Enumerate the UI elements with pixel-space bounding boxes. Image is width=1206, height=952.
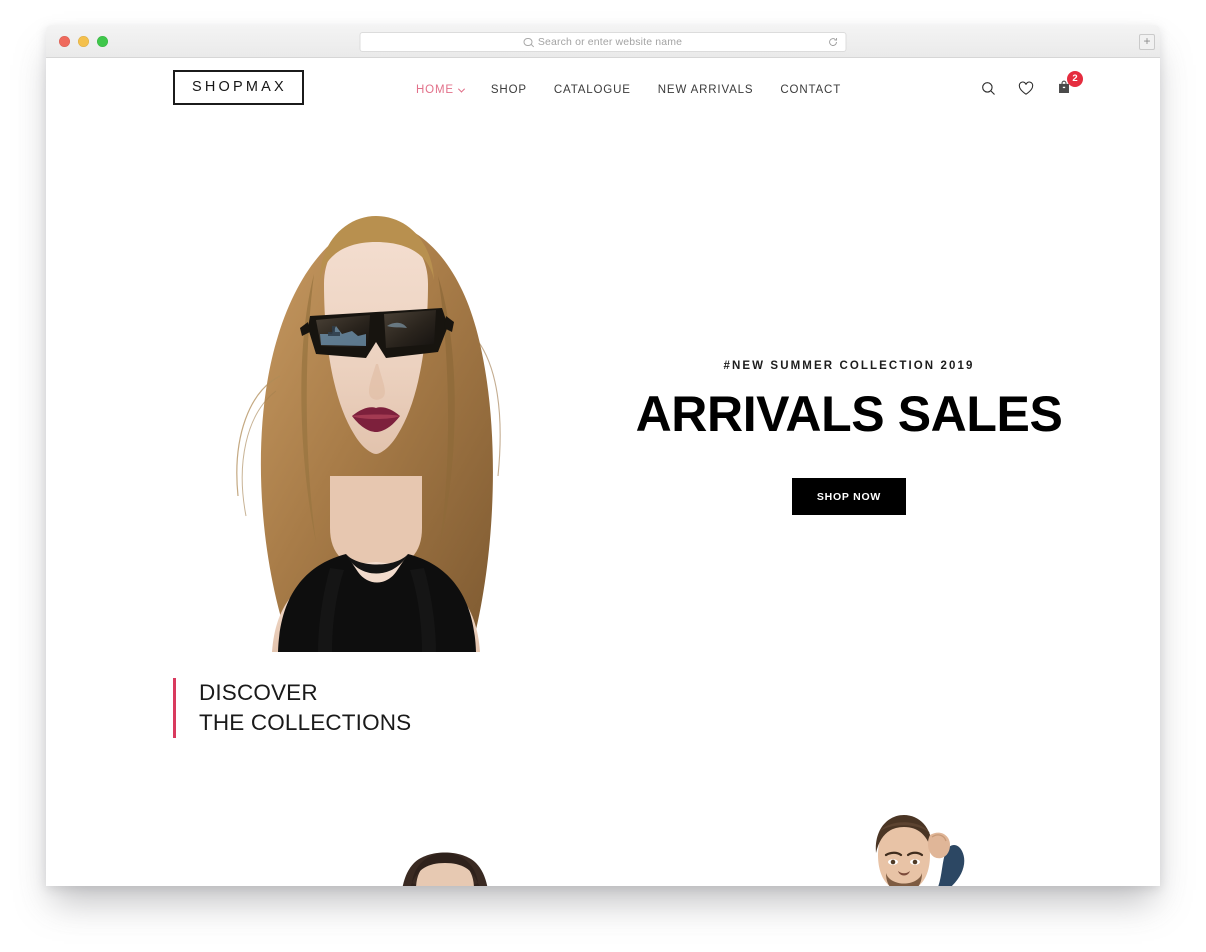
nav-item-contact[interactable]: CONTACT (780, 84, 841, 96)
discover-block: DISCOVER THE COLLECTIONS (173, 678, 411, 738)
window-controls (46, 35, 108, 47)
collections-row (46, 815, 1160, 886)
heart-icon[interactable] (1018, 80, 1034, 96)
address-bar[interactable]: Search or enter website name (359, 32, 847, 52)
nav-item-shop[interactable]: SHOP (491, 84, 527, 96)
browser-window: Search or enter website name + SHOPMAX H… (46, 25, 1160, 886)
minimize-window-button[interactable] (78, 35, 89, 47)
main-navigation: HOME SHOP CATALOGUE NEW ARRIVALS CONTACT (416, 84, 841, 96)
nav-item-new-arrivals[interactable]: NEW ARRIVALS (658, 84, 754, 96)
new-tab-button[interactable]: + (1139, 34, 1155, 50)
reload-icon[interactable] (828, 37, 839, 48)
nav-item-shop-label: SHOP (490, 84, 527, 96)
nav-item-new-arrivals-label: NEW ARRIVALS (657, 84, 754, 96)
search-icon[interactable] (981, 81, 996, 96)
chevron-down-icon (457, 85, 465, 93)
hero-copy: #NEW SUMMER COLLECTION 2019 ARRIVALS SAL… (629, 360, 1069, 515)
nav-item-home[interactable]: HOME (416, 84, 465, 96)
maximize-window-button[interactable] (97, 35, 108, 47)
nav-item-contact-label: CONTACT (780, 84, 842, 96)
browser-titlebar: Search or enter website name + (46, 25, 1160, 58)
nav-item-home-label: HOME (416, 84, 454, 96)
close-window-button[interactable] (59, 35, 70, 47)
website-viewport: SHOPMAX HOME SHOP CATALOGUE NEW ARRIVALS… (46, 58, 1160, 886)
site-header: SHOPMAX HOME SHOP CATALOGUE NEW ARRIVALS… (46, 58, 1160, 120)
cart-count-badge: 2 (1067, 71, 1083, 87)
shop-now-button[interactable]: SHOP NOW (791, 477, 907, 515)
nav-item-catalogue-label: CATALOGUE (553, 84, 631, 96)
accent-bar (173, 678, 176, 738)
hero-eyebrow: #NEW SUMMER COLLECTION 2019 (723, 360, 975, 372)
hero-section: #NEW SUMMER COLLECTION 2019 ARRIVALS SAL… (46, 120, 1160, 652)
collection-card-women[interactable] (346, 815, 636, 886)
collection-card-men[interactable] (788, 815, 1078, 886)
search-icon (523, 37, 533, 47)
header-actions: 2 (981, 71, 1083, 96)
site-logo[interactable]: SHOPMAX (173, 70, 304, 105)
nav-item-catalogue[interactable]: CATALOGUE (554, 84, 631, 96)
site-logo-text: SHOPMAX (192, 79, 287, 95)
shopping-bag-icon[interactable]: 2 (1056, 71, 1083, 96)
address-bar-placeholder: Search or enter website name (537, 36, 683, 48)
hero-model-photo (180, 176, 555, 652)
hero-title: ARRIVALS SALES (635, 386, 1063, 442)
discover-title: DISCOVER THE COLLECTIONS (199, 680, 412, 735)
